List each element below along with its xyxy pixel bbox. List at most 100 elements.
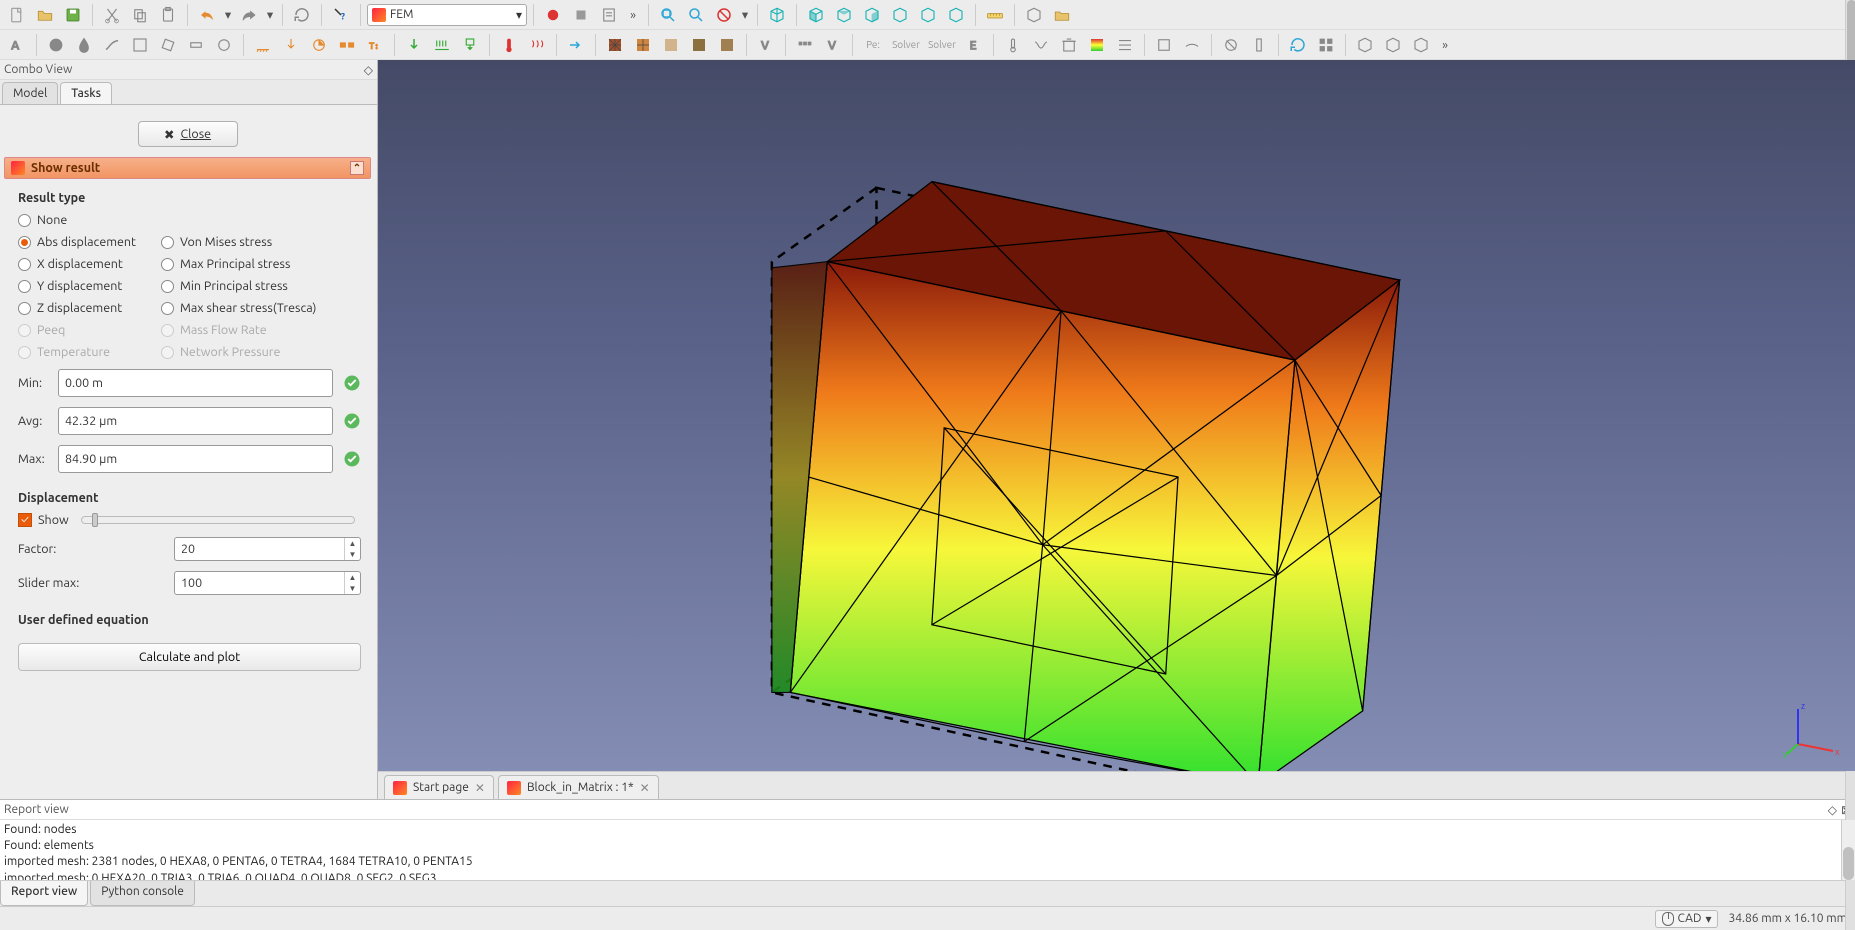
panel-undock-icon[interactable]: ◇ [1828, 803, 1837, 817]
solver-calculix-icon[interactable]: Solver [889, 32, 923, 58]
mesh-region-icon[interactable] [686, 32, 712, 58]
draw-style-icon[interactable] [711, 2, 737, 28]
calculate-plot-button[interactable]: Calculate and plot [18, 643, 361, 671]
refresh-icon[interactable] [289, 2, 315, 28]
solver-voltage-icon[interactable]: V [753, 32, 779, 58]
close-tab-icon[interactable]: ✕ [640, 781, 650, 795]
mesh-boundary-icon[interactable] [658, 32, 684, 58]
radio-z-displacement[interactable]: Z displacement [18, 301, 153, 315]
front-view-icon[interactable] [803, 2, 829, 28]
constraint-force-icon[interactable] [401, 32, 427, 58]
open-file-icon[interactable] [32, 2, 58, 28]
post-filter1-icon[interactable] [1352, 32, 1378, 58]
cut-icon[interactable] [99, 2, 125, 28]
param-input[interactable]: Pe: [859, 32, 887, 58]
max-input[interactable]: 84.90 µm [58, 445, 333, 473]
close-button[interactable]: ✖ Close [138, 121, 238, 147]
beam-section-icon[interactable] [127, 32, 153, 58]
constraint-planerotation-icon[interactable] [306, 32, 332, 58]
show-checkbox[interactable] [18, 513, 32, 527]
left-view-icon[interactable] [943, 2, 969, 28]
undo-icon[interactable] [194, 2, 220, 28]
task-section-header[interactable]: Show result ⌃ [4, 157, 371, 179]
record-macro-icon[interactable] [540, 2, 566, 28]
rear-view-icon[interactable] [887, 2, 913, 28]
factor-input[interactable]: 20 ▲▼ [174, 537, 361, 561]
save-file-icon[interactable] [60, 2, 86, 28]
material-fluid-icon[interactable] [71, 32, 97, 58]
constraint-fixed-icon[interactable] [250, 32, 276, 58]
radio-x-displacement[interactable]: X displacement [18, 257, 153, 271]
doc-tab-start[interactable]: Start page ✕ [384, 775, 494, 799]
isometric-icon[interactable] [764, 2, 790, 28]
post-glyph-icon[interactable] [1313, 32, 1339, 58]
right-view-icon[interactable] [859, 2, 885, 28]
solver-z88-icon[interactable]: Solver [925, 32, 959, 58]
nav-style-selector[interactable]: CAD ▾ [1655, 910, 1719, 928]
radio-max-principal[interactable]: Max Principal stress [161, 257, 341, 271]
solver-voltage2-icon[interactable]: V [820, 32, 846, 58]
post-cut-icon[interactable] [1285, 32, 1311, 58]
constraint-contact-icon[interactable] [334, 32, 360, 58]
tab-python-console[interactable]: Python console [90, 881, 195, 906]
spin-down-icon[interactable]: ▼ [345, 549, 360, 560]
radio-abs-displacement[interactable]: Abs displacement [18, 235, 153, 249]
shell-thickness-icon[interactable] [183, 32, 209, 58]
beam-rotation-icon[interactable] [155, 32, 181, 58]
doc-tab-document[interactable]: Block_in_Matrix : 1* ✕ [498, 775, 659, 799]
zoom-fit-icon[interactable] [655, 2, 681, 28]
constraint-selfweight-icon[interactable] [457, 32, 483, 58]
mesh-gmsh-icon[interactable] [630, 32, 656, 58]
redo-dropdown-icon[interactable]: ▾ [264, 2, 276, 28]
post-clip-scalar-icon[interactable] [1246, 32, 1272, 58]
equation-flow-icon[interactable] [1028, 32, 1054, 58]
tab-tasks[interactable]: Tasks [60, 82, 112, 104]
spin-down-icon[interactable]: ▼ [345, 583, 360, 594]
post-filter2-icon[interactable] [1380, 32, 1406, 58]
close-tab-icon[interactable]: ✕ [475, 781, 485, 795]
copy-icon[interactable] [127, 2, 153, 28]
radio-von-mises[interactable]: Von Mises stress [161, 235, 341, 249]
spin-up-icon[interactable]: ▲ [345, 538, 360, 549]
part-icon[interactable] [1021, 2, 1047, 28]
post-pipeline-icon[interactable] [1151, 32, 1177, 58]
slidermax-input[interactable]: 100 ▲▼ [174, 571, 361, 595]
overflow-icon[interactable]: » [624, 2, 642, 28]
constraint-transform-icon[interactable]: T↕ [362, 32, 388, 58]
analysis-icon[interactable]: A [4, 32, 30, 58]
fluid-section-icon[interactable] [211, 32, 237, 58]
mesh-netgen-icon[interactable] [602, 32, 628, 58]
draw-style-dropdown-icon[interactable]: ▾ [739, 2, 751, 28]
min-input[interactable]: 0.00 m [58, 369, 333, 397]
material-nonlinear-icon[interactable] [99, 32, 125, 58]
constraint-temp-icon[interactable] [496, 32, 522, 58]
report-scrollbar[interactable] [1841, 820, 1855, 880]
redo-icon[interactable] [236, 2, 262, 28]
paste-icon[interactable] [155, 2, 181, 28]
constraint-displacement-icon[interactable] [278, 32, 304, 58]
tab-model[interactable]: Model [2, 82, 58, 104]
measure-icon[interactable] [982, 2, 1008, 28]
equation-elasticity-icon[interactable]: E [961, 32, 987, 58]
stop-macro-icon[interactable] [568, 2, 594, 28]
mesh-group-icon[interactable] [714, 32, 740, 58]
constraint-flow-icon[interactable] [563, 32, 589, 58]
macros-icon[interactable] [596, 2, 622, 28]
tab-report-view[interactable]: Report view [0, 881, 88, 906]
result-purge-icon[interactable] [1056, 32, 1082, 58]
collapse-icon[interactable]: ⌃ [350, 161, 364, 175]
radio-y-displacement[interactable]: Y displacement [18, 279, 153, 293]
radio-min-principal[interactable]: Min Principal stress [161, 279, 341, 293]
whatsthis-icon[interactable]: ? [328, 2, 354, 28]
overflow-icon-2[interactable]: » [1436, 32, 1454, 58]
radio-max-shear[interactable]: Max shear stress(Tresca) [161, 301, 341, 315]
workbench-selector[interactable]: FEM ▾ [367, 4, 527, 26]
group-icon[interactable] [1049, 2, 1075, 28]
displacement-slider[interactable] [81, 516, 355, 524]
top-view-icon[interactable] [831, 2, 857, 28]
post-warp-icon[interactable] [1179, 32, 1205, 58]
post-clip-icon[interactable] [1218, 32, 1244, 58]
result-show-icon[interactable] [1084, 32, 1110, 58]
mesh-to-fem-icon[interactable] [792, 32, 818, 58]
3d-viewport[interactable]: x y z [378, 60, 1855, 771]
